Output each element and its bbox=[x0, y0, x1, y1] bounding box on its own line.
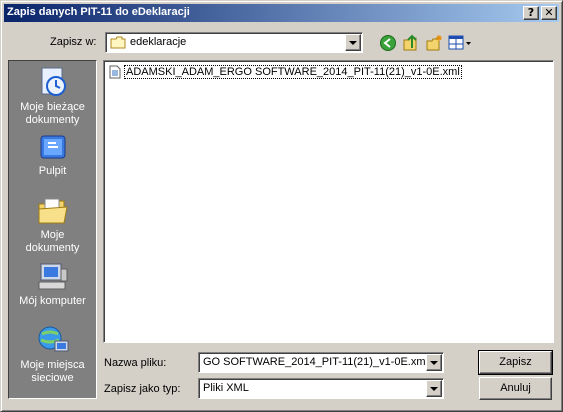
place-recent-documents[interactable]: Moje bieżące dokumenty bbox=[9, 65, 96, 127]
place-label: Mój komputer bbox=[19, 295, 86, 307]
place-label: sieciowe bbox=[31, 372, 74, 384]
file-list[interactable]: ADAMSKI_ADAM_ERGO SOFTWARE_2014_PIT-11(2… bbox=[103, 60, 554, 343]
place-my-documents[interactable]: Moje dokumenty bbox=[9, 195, 96, 255]
filetype-label: Zapisz jako typ: bbox=[104, 383, 181, 395]
place-my-computer[interactable]: Mój komputer bbox=[9, 261, 96, 308]
save-in-label: Zapisz w: bbox=[50, 36, 97, 48]
network-places-icon bbox=[38, 326, 68, 352]
up-folder-icon[interactable] bbox=[402, 34, 420, 52]
my-computer-icon bbox=[38, 263, 67, 290]
save-in-dropdown-button[interactable] bbox=[345, 34, 361, 51]
folder-icon bbox=[110, 36, 126, 49]
place-network-places[interactable]: Moje miejsca sieciowe bbox=[9, 323, 96, 385]
place-label: dokumenty bbox=[25, 114, 80, 126]
filetype-dropdown-button[interactable] bbox=[426, 380, 442, 397]
place-label: Pulpit bbox=[38, 165, 67, 177]
save-in-combo[interactable]: edeklaracje bbox=[105, 32, 363, 53]
window-title: Zapis danych PIT-11 do eDeklaracji bbox=[7, 6, 190, 18]
xml-file-icon bbox=[109, 65, 121, 79]
place-label: Moje bieżące bbox=[20, 101, 85, 113]
place-label: Moje miejsca bbox=[20, 359, 85, 371]
new-folder-icon[interactable] bbox=[425, 34, 443, 52]
recent-documents-icon bbox=[41, 67, 66, 96]
help-button[interactable]: ? bbox=[523, 6, 539, 20]
file-name: ADAMSKI_ADAM_ERGO SOFTWARE_2014_PIT-11(2… bbox=[124, 65, 462, 79]
place-label: Moje bbox=[40, 229, 65, 241]
view-menu-icon[interactable] bbox=[448, 34, 472, 52]
close-icon: ✕ bbox=[544, 6, 554, 19]
filename-label: Nazwa pliku: bbox=[104, 357, 167, 369]
save-button[interactable]: Zapisz bbox=[478, 350, 553, 375]
filetype-select[interactable]: Pliki XML bbox=[198, 378, 444, 399]
places-bar: Moje bieżące dokumenty Pulpit Moje dokum… bbox=[8, 60, 97, 399]
my-documents-icon bbox=[38, 198, 68, 224]
place-desktop[interactable]: Pulpit bbox=[9, 133, 96, 178]
close-button[interactable]: ✕ bbox=[541, 6, 557, 20]
save-in-value: edeklaracje bbox=[130, 36, 187, 48]
save-dialog: Zapis danych PIT-11 do eDeklaracji ? ✕ Z… bbox=[0, 0, 563, 412]
filetype-value: Pliki XML bbox=[203, 382, 249, 394]
help-icon: ? bbox=[527, 6, 535, 19]
filename-dropdown-button[interactable] bbox=[426, 354, 442, 371]
filename-field[interactable]: GO SOFTWARE_2014_PIT-11(21)_v1-0E.xml bbox=[198, 352, 444, 373]
place-label: dokumenty bbox=[25, 242, 80, 254]
filename-value: GO SOFTWARE_2014_PIT-11(21)_v1-0E.xml bbox=[203, 356, 428, 368]
desktop-icon bbox=[40, 135, 65, 159]
cancel-button[interactable]: Anuluj bbox=[479, 377, 552, 400]
title-bar: Zapis danych PIT-11 do eDeklaracji ? ✕ bbox=[4, 4, 559, 22]
back-icon[interactable] bbox=[379, 34, 397, 52]
